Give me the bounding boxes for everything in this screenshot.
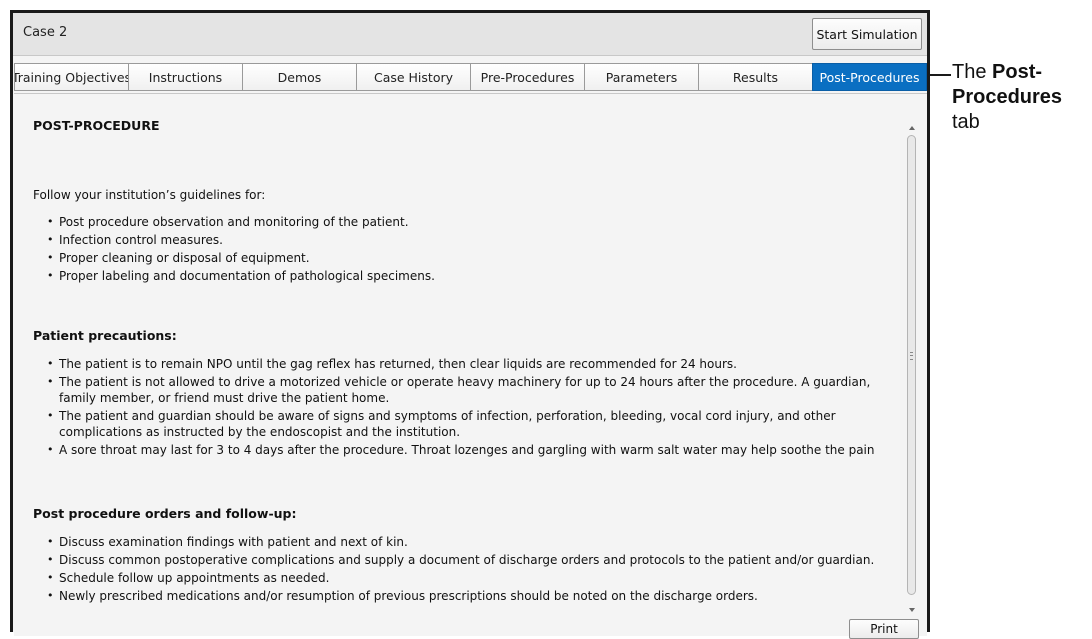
tab-bar: Training Objectives Instructions Demos C… xyxy=(14,63,927,91)
app-window: Case 2 Start Simulation Training Objecti… xyxy=(10,10,930,639)
scrollbar-thumb[interactable] xyxy=(907,135,916,595)
scroll-down-arrow-icon[interactable] xyxy=(909,608,915,612)
tab-post-procedures[interactable]: Post-Procedures xyxy=(812,63,927,91)
scroll-up-arrow-icon[interactable] xyxy=(909,126,915,130)
list-item: Post procedure observation and monitorin… xyxy=(47,214,903,230)
tab-results[interactable]: Results xyxy=(698,63,812,91)
annotation-suffix: tab xyxy=(952,111,980,133)
window-title: Case 2 xyxy=(23,25,68,40)
intro-text: Follow your institution’s guidelines for… xyxy=(33,188,266,202)
list-item: Infection control measures. xyxy=(47,232,903,248)
tab-case-history[interactable]: Case History xyxy=(356,63,470,91)
tab-parameters[interactable]: Parameters xyxy=(584,63,698,91)
print-button[interactable]: Print xyxy=(849,619,919,639)
list-item: Discuss examination findings with patien… xyxy=(47,534,903,550)
tab-pre-procedures[interactable]: Pre-Procedures xyxy=(470,63,584,91)
list-item: Newly prescribed medications and/or resu… xyxy=(47,588,903,604)
vertical-scrollbar[interactable] xyxy=(905,124,919,614)
list-item: A sore throat may last for 3 to 4 days a… xyxy=(47,442,903,458)
orders-list: Discuss examination findings with patien… xyxy=(33,534,903,606)
orders-heading: Post procedure orders and follow-up: xyxy=(33,506,297,521)
list-item: The patient and guardian should be aware… xyxy=(47,408,903,440)
list-item: Proper labeling and documentation of pat… xyxy=(47,268,903,284)
list-item: The patient is not allowed to drive a mo… xyxy=(47,374,903,406)
annotation-callout: The Post-Procedures tab xyxy=(952,60,1092,135)
grip-icon xyxy=(910,352,913,360)
precautions-heading: Patient precautions: xyxy=(33,328,177,343)
content-panel: POST-PROCEDURE Follow your institution’s… xyxy=(14,93,927,639)
title-bar: Case 2 Start Simulation xyxy=(13,13,927,56)
tab-demos[interactable]: Demos xyxy=(242,63,356,91)
page-heading: POST-PROCEDURE xyxy=(33,118,160,133)
start-simulation-button[interactable]: Start Simulation xyxy=(812,18,922,50)
guidelines-list: Post procedure observation and monitorin… xyxy=(33,214,903,286)
annotation-prefix: The xyxy=(952,61,993,83)
precautions-list: The patient is to remain NPO until the g… xyxy=(33,356,903,460)
list-item: Schedule follow up appointments as neede… xyxy=(47,570,903,586)
list-item: The patient is to remain NPO until the g… xyxy=(47,356,903,372)
list-item: Discuss common postoperative complicatio… xyxy=(47,552,903,568)
tab-training-objectives[interactable]: Training Objectives xyxy=(14,63,128,91)
tab-instructions[interactable]: Instructions xyxy=(128,63,242,91)
callout-line xyxy=(930,74,951,76)
list-item: Proper cleaning or disposal of equipment… xyxy=(47,250,903,266)
